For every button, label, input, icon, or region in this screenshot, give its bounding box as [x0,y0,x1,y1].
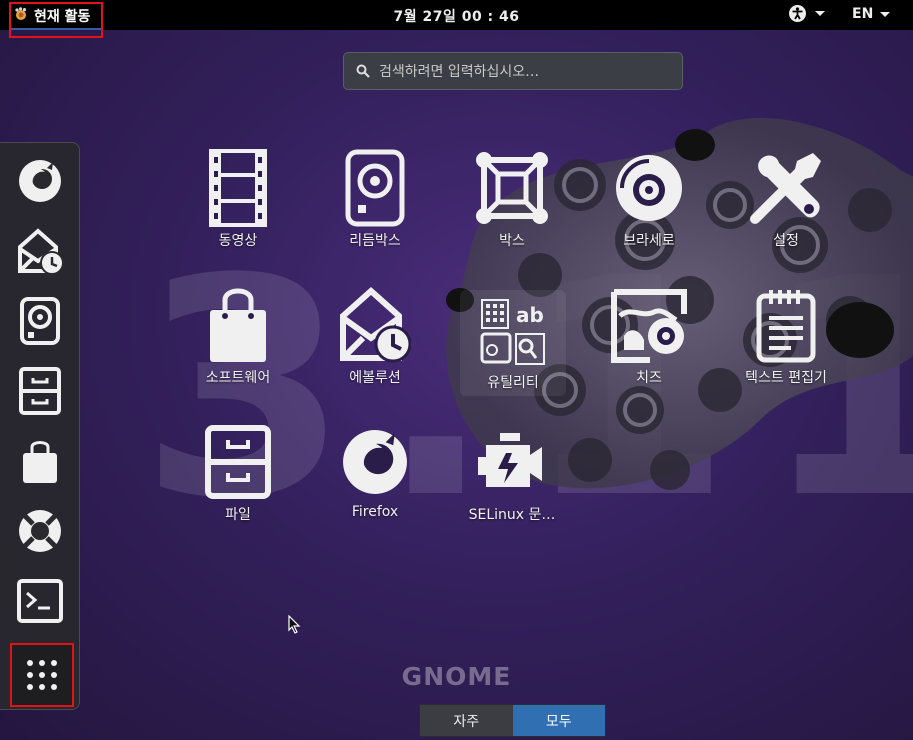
dash-item-terminal[interactable] [12,573,68,629]
app-label: SELinux 문… [468,507,556,523]
activities-underline [11,28,101,30]
dash-item-files[interactable] [12,363,68,419]
svg-text:ab: ab [516,303,544,327]
dash-item-firefox[interactable] [12,153,68,209]
search-icon [356,64,370,78]
gnome-wordmark: GNOME [401,662,512,691]
firefox-icon [19,160,61,202]
mouse-cursor-icon [288,615,301,634]
app-settings[interactable]: 설정 [716,148,856,250]
chevron-down-icon [880,11,891,17]
app-brasero[interactable]: 브라세로 [579,148,719,250]
app-grid-icon [27,660,57,690]
gnome-foot-icon [15,7,27,20]
boxes-icon [476,152,548,224]
app-software[interactable]: 소프트웨어 [168,285,308,387]
app-firefox[interactable]: Firefox [305,422,445,520]
app-selinux[interactable]: SELinux 문… [442,422,582,524]
app-label: 동영상 [218,233,258,249]
view-switcher: 자주 모두 [419,704,606,737]
app-cheese[interactable]: 치즈 [579,285,719,387]
app-label: 에볼루션 [349,370,401,386]
selinux-icon [478,433,542,487]
lifebuoy-icon [19,510,61,552]
speaker-icon [20,297,60,345]
app-rhythmbox[interactable]: 리듬박스 [305,148,445,250]
tools-icon [750,153,821,224]
shopping-bag-icon [23,441,57,483]
app-evolution[interactable]: 에볼루션 [305,285,445,387]
search-input[interactable]: 검색하려면 입력하십시오… [343,52,683,90]
app-label: Firefox [351,504,399,520]
file-cabinet-icon [19,367,61,415]
file-cabinet-icon [205,425,271,499]
chevron-down-icon [815,11,825,16]
dash-item-software[interactable] [12,433,68,489]
app-label: 브라세로 [623,233,675,249]
app-label: 박스 [499,233,525,249]
firefox-icon [343,430,407,494]
app-label: 텍스트 편집기 [745,370,827,386]
app-files[interactable]: 파일 [168,422,308,524]
mail-clock-icon [18,228,64,275]
app-label: 설정 [773,233,799,249]
speaker-icon [345,149,405,227]
app-label: 치즈 [636,370,662,386]
dash-item-evolution[interactable] [12,223,68,279]
show-applications-button[interactable] [10,643,74,707]
app-label: 소프트웨어 [205,370,271,386]
utilities-folder-icon: ab [480,299,545,365]
accessibility-menu[interactable] [789,5,825,22]
mail-clock-icon [340,286,411,363]
app-label: 리듬박스 [349,233,401,249]
tab-all[interactable]: 모두 [512,705,605,736]
dash-sidebar [0,142,80,710]
activities-button[interactable]: 현재 활동 [9,2,103,38]
disc-icon [616,155,682,221]
tab-frequent[interactable]: 자주 [420,705,513,736]
language-label: EN [852,6,874,22]
app-videos[interactable]: 동영상 [168,148,308,250]
shopping-bag-icon [210,288,266,362]
activities-label: 현재 활동 [34,9,91,25]
notepad-icon [756,290,816,363]
dash-item-rhythmbox[interactable] [12,293,68,349]
dash-item-help[interactable] [12,503,68,559]
terminal-icon [17,579,63,623]
app-label: 파일 [225,507,251,523]
film-icon [209,149,267,227]
top-bar: 현재 활동 7월 27일 00 : 46 EN [0,0,913,38]
app-label: 유틸리티 [487,375,539,391]
language-menu[interactable]: EN [852,6,891,22]
app-utilities-folder[interactable]: ab 유틸리티 [460,290,566,396]
app-text-editor[interactable]: 텍스트 편집기 [716,285,856,387]
camera-photo-icon [611,289,687,363]
accessibility-icon [789,5,806,22]
search-placeholder: 검색하려면 입력하십시오… [379,64,540,80]
app-boxes[interactable]: 박스 [442,148,582,250]
clock[interactable]: 7월 27일 00 : 46 [0,6,913,26]
